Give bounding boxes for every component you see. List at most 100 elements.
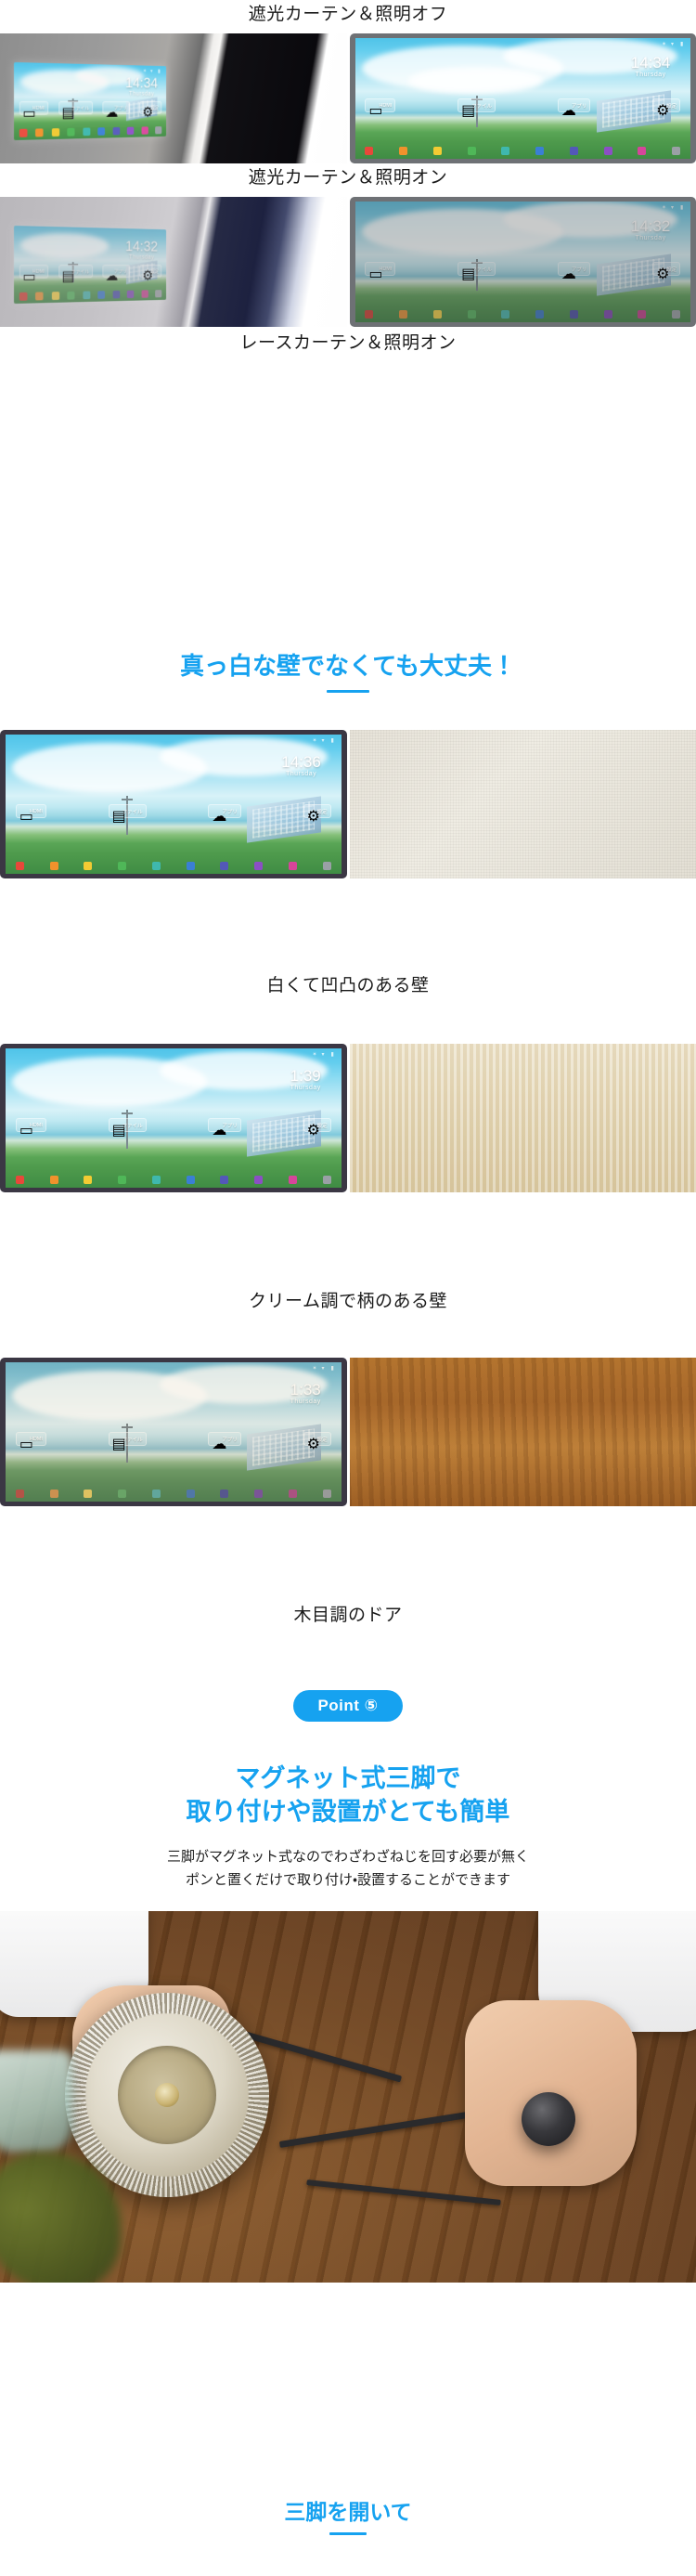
launcher-file[interactable]: ▤ ファイル <box>108 1118 147 1138</box>
app-purple[interactable] <box>126 126 135 136</box>
app-red[interactable] <box>15 861 24 870</box>
app-indigo[interactable] <box>569 310 578 319</box>
launcher-hdmi[interactable]: ▭ HDMI <box>19 264 48 285</box>
app-blue[interactable] <box>186 861 195 870</box>
launcher-hdmi[interactable]: ▭ HDMI <box>15 1118 46 1138</box>
launcher-apps[interactable]: ☁ アプリ <box>102 264 131 283</box>
app-grey[interactable] <box>322 861 331 870</box>
launcher-file[interactable]: ▤ ファイル <box>108 1432 147 1452</box>
launcher-settings[interactable]: ⚙ 設定 <box>303 804 331 825</box>
app-red[interactable] <box>365 310 374 319</box>
app-yellow[interactable] <box>84 861 93 870</box>
launcher-hdmi[interactable]: ▭ HDMI <box>365 98 396 119</box>
app-pink[interactable] <box>288 861 297 870</box>
app-pink[interactable] <box>638 147 647 156</box>
launcher-file[interactable]: ▤ ファイル <box>458 98 496 119</box>
app-teal[interactable] <box>83 291 90 300</box>
app-pink[interactable] <box>141 126 148 135</box>
app-blue[interactable] <box>97 291 106 300</box>
app-red[interactable] <box>19 129 28 138</box>
app-red[interactable] <box>15 1489 24 1498</box>
app-orange[interactable] <box>49 861 58 870</box>
app-green[interactable] <box>67 292 75 300</box>
app-teal[interactable] <box>501 147 510 156</box>
app-grey[interactable] <box>155 126 162 135</box>
launcher-hdmi[interactable]: ▭ HDMI <box>15 804 46 825</box>
launcher-apps[interactable]: ☁ アプリ <box>208 1432 241 1452</box>
app-pink[interactable] <box>288 1489 297 1498</box>
app-orange[interactable] <box>399 147 408 156</box>
launcher-file[interactable]: ▤ ファイル <box>108 804 147 825</box>
app-grey[interactable] <box>155 290 162 298</box>
launcher-apps[interactable]: ☁ アプリ <box>208 804 241 825</box>
launcher-settings[interactable]: ⚙ 設定 <box>303 1432 331 1452</box>
app-blue[interactable] <box>535 147 545 156</box>
app-purple[interactable] <box>126 290 135 299</box>
app-teal[interactable] <box>83 127 90 137</box>
app-purple[interactable] <box>603 310 612 319</box>
app-blue[interactable] <box>535 310 545 319</box>
app-blue[interactable] <box>97 127 106 137</box>
launcher-hdmi[interactable]: ▭ HDMI <box>15 1432 46 1452</box>
app-teal[interactable] <box>151 1489 161 1498</box>
app-blue[interactable] <box>186 1175 195 1184</box>
app-teal[interactable] <box>151 1175 161 1184</box>
launcher-file[interactable]: ▤ ファイル <box>58 100 93 121</box>
app-yellow[interactable] <box>51 292 59 301</box>
app-pink[interactable] <box>141 290 148 298</box>
launcher-hdmi[interactable]: ▭ HDMI <box>19 100 48 122</box>
launcher-file[interactable]: ▤ ファイル <box>458 262 496 282</box>
app-grey[interactable] <box>322 1489 331 1498</box>
app-pink[interactable] <box>638 310 647 319</box>
app-yellow[interactable] <box>84 1489 93 1498</box>
app-indigo[interactable] <box>112 291 120 299</box>
app-orange[interactable] <box>49 1175 58 1184</box>
app-red[interactable] <box>19 293 28 302</box>
app-green[interactable] <box>67 128 75 137</box>
app-green[interactable] <box>118 1489 127 1498</box>
app-red[interactable] <box>15 1175 24 1184</box>
app-green[interactable] <box>467 147 476 156</box>
launcher-file[interactable]: ▤ ファイル <box>58 264 93 284</box>
app-indigo[interactable] <box>112 127 120 136</box>
app-green[interactable] <box>118 1175 127 1184</box>
launcher-settings[interactable]: ⚙ 設定 <box>303 1118 331 1138</box>
app-purple[interactable] <box>254 1175 264 1184</box>
launcher-settings[interactable]: ⚙ 設定 <box>139 264 162 283</box>
app-blue[interactable] <box>186 1489 195 1498</box>
app-grey[interactable] <box>672 147 681 156</box>
launcher-apps[interactable]: ☁ アプリ <box>208 1118 241 1138</box>
app-orange[interactable] <box>399 310 408 319</box>
app-pink[interactable] <box>288 1175 297 1184</box>
app-purple[interactable] <box>254 861 264 870</box>
app-indigo[interactable] <box>569 147 578 156</box>
app-orange[interactable] <box>35 292 44 301</box>
launcher-settings[interactable]: ⚙ 設定 <box>652 98 681 119</box>
app-yellow[interactable] <box>432 310 442 319</box>
app-purple[interactable] <box>603 147 612 156</box>
app-orange[interactable] <box>35 128 44 137</box>
cloud-apps-icon: ☁ <box>561 267 576 282</box>
app-orange[interactable] <box>49 1489 58 1498</box>
app-indigo[interactable] <box>220 1489 229 1498</box>
launcher-settings[interactable]: ⚙ 設定 <box>139 100 162 120</box>
launcher-hdmi[interactable]: ▭ HDMI <box>365 262 396 282</box>
launcher-apps[interactable]: ☁ アプリ <box>102 100 131 120</box>
app-grey[interactable] <box>672 310 681 319</box>
app-green[interactable] <box>467 310 476 319</box>
launcher-apps[interactable]: ☁ アプリ <box>557 262 591 282</box>
app-teal[interactable] <box>501 310 510 319</box>
app-green[interactable] <box>118 861 127 870</box>
launcher-apps[interactable]: ☁ アプリ <box>557 98 591 119</box>
gear-icon: ⚙ <box>306 809 320 825</box>
launcher-settings[interactable]: ⚙ 設定 <box>652 262 681 282</box>
app-teal[interactable] <box>151 861 161 870</box>
app-purple[interactable] <box>254 1489 264 1498</box>
app-yellow[interactable] <box>84 1175 93 1184</box>
app-red[interactable] <box>365 147 374 156</box>
app-yellow[interactable] <box>432 147 442 156</box>
app-grey[interactable] <box>322 1175 331 1184</box>
app-indigo[interactable] <box>220 861 229 870</box>
app-yellow[interactable] <box>51 128 59 137</box>
app-indigo[interactable] <box>220 1175 229 1184</box>
